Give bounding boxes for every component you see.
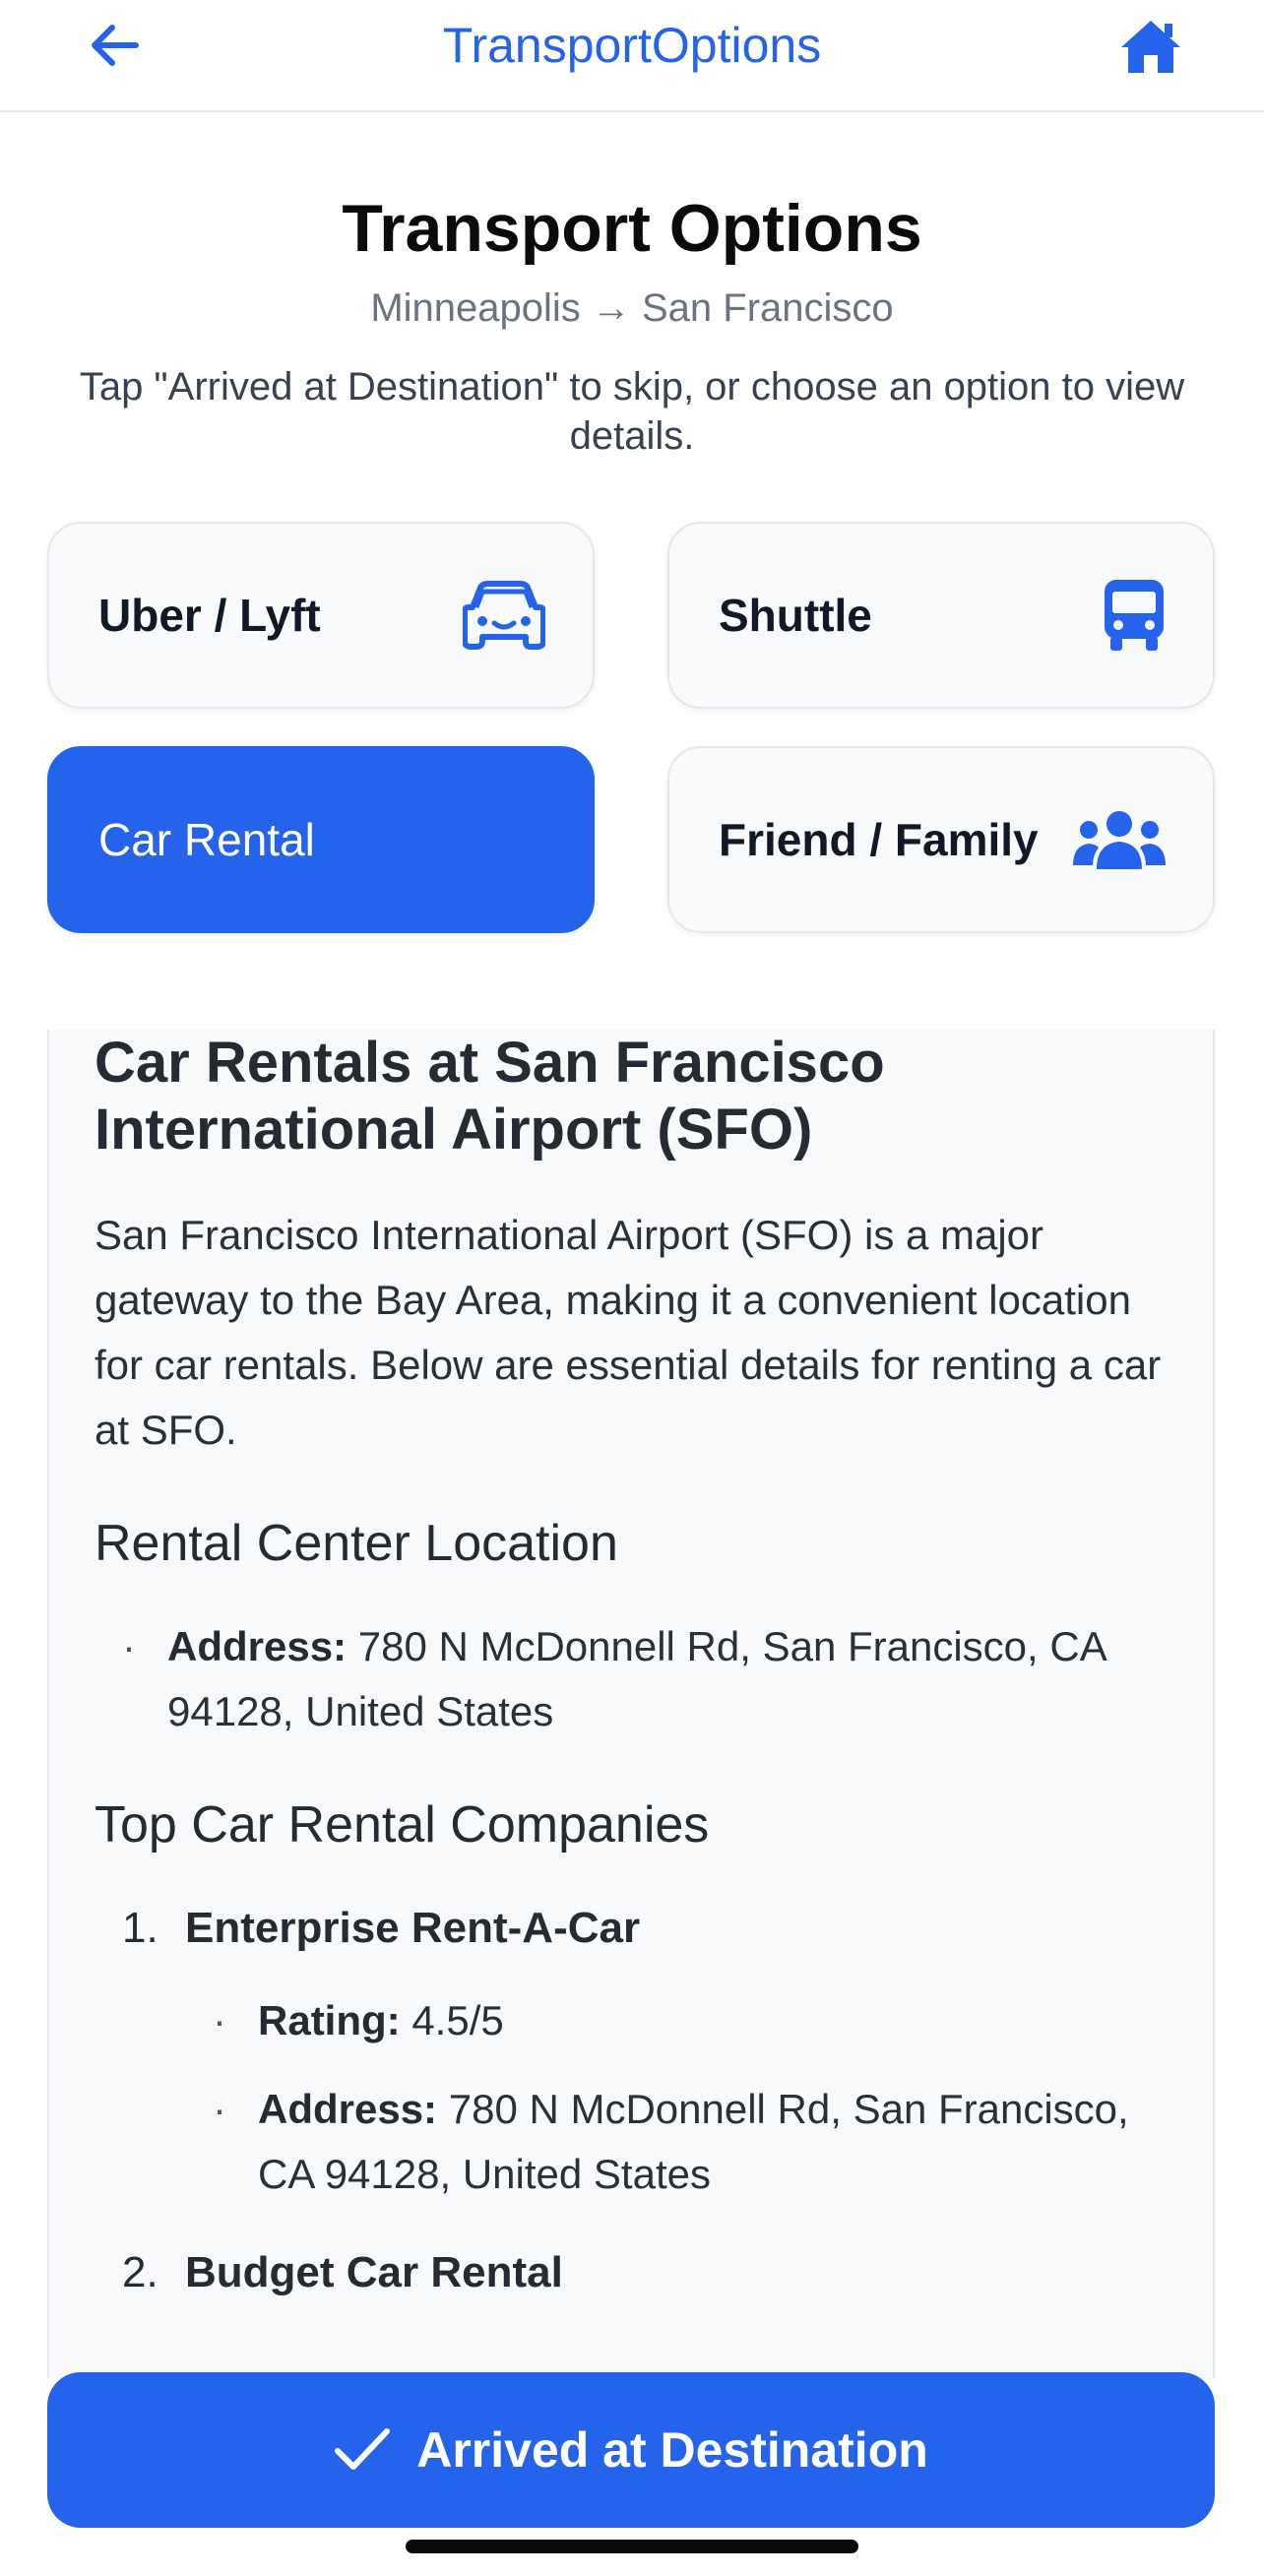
company-name: Budget Car Rental	[185, 2248, 563, 2296]
route-subtitle: Minneapolis → San Francisco	[370, 286, 894, 330]
company-address: Address: 780 N McDonnell Rd, San Francis…	[185, 2077, 1173, 2207]
option-uber-lyft[interactable]: Uber / Lyft	[47, 522, 595, 709]
top-nav-bar: TransportOptions	[0, 0, 1264, 112]
option-car-rental[interactable]: Car Rental	[47, 746, 595, 933]
instruction-text: Tap "Arrived at Destination" to skip, or…	[79, 365, 1185, 458]
list-number: 2.	[122, 2248, 158, 2296]
home-button[interactable]	[1118, 14, 1183, 79]
list-number: 1.	[122, 1904, 158, 1952]
arrived-at-destination-button[interactable]: Arrived at Destination	[47, 2372, 1215, 2528]
rating-value: 4.5/5	[411, 1997, 504, 2043]
company-name: Enterprise Rent-A-Car	[185, 1904, 641, 1952]
details-panel[interactable]: Car Rentals at San Francisco Internation…	[47, 1030, 1215, 2378]
page-title: Transport Options	[342, 191, 922, 266]
rating-label: Rating:	[258, 1997, 401, 2043]
nav-title: TransportOptions	[442, 18, 822, 73]
arrived-button-label: Arrived at Destination	[416, 2422, 928, 2478]
option-label: Friend / Family	[719, 814, 1039, 865]
details-title: Car Rentals at San Francisco Internation…	[95, 1031, 885, 1162]
option-label: Shuttle	[719, 590, 872, 641]
checkmark-icon	[335, 2428, 391, 2470]
car-icon	[463, 580, 545, 651]
option-label: Uber / Lyft	[98, 590, 321, 641]
option-label: Car Rental	[98, 814, 315, 865]
company-item: 2. Budget Car Rental	[95, 2240, 1173, 2305]
home-indicator[interactable]	[406, 2540, 858, 2553]
section-heading-location: Rental Center Location	[95, 1515, 618, 1572]
address-label: Address:	[258, 2086, 438, 2132]
users-icon	[1073, 808, 1166, 871]
section-heading-companies: Top Car Rental Companies	[95, 1796, 710, 1853]
option-friend-family[interactable]: Friend / Family	[667, 746, 1215, 933]
address-label: Address:	[167, 1623, 348, 1669]
company-rating: Rating: 4.5/5	[185, 1988, 1173, 2053]
option-shuttle[interactable]: Shuttle	[667, 522, 1215, 709]
company-item: 1. Enterprise Rent-A-Car	[95, 1896, 1173, 1961]
details-intro: San Francisco International Airport (SFO…	[95, 1212, 1162, 1453]
bus-icon	[1103, 578, 1166, 653]
location-address-item: Address: 780 N McDonnell Rd, San Francis…	[95, 1614, 1173, 1744]
home-icon	[1121, 21, 1180, 73]
